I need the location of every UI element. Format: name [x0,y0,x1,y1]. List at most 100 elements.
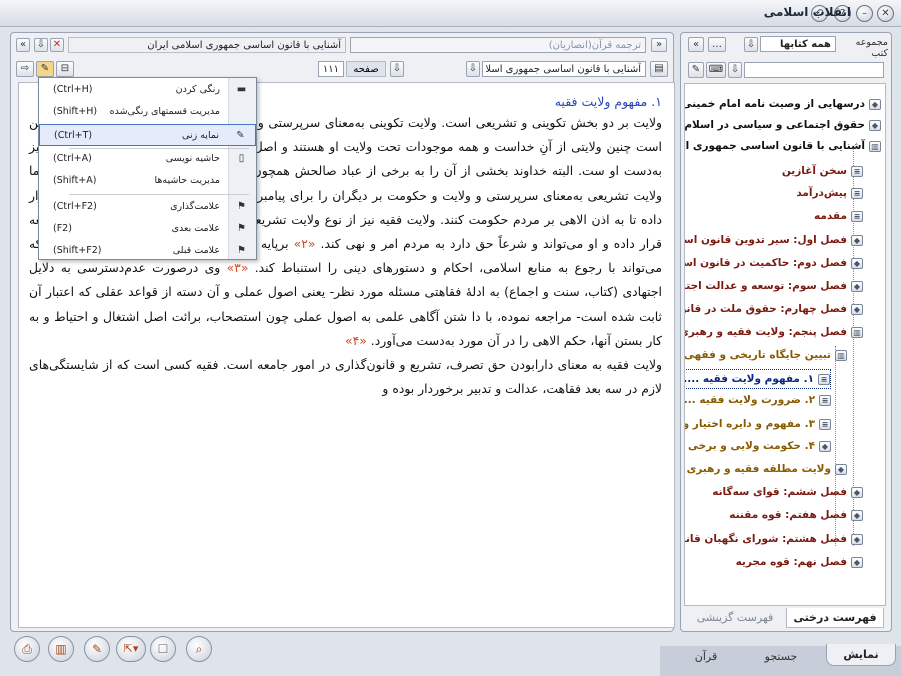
close-doc-icon[interactable]: ✕ [50,38,64,52]
view-icon[interactable]: ⊟ [56,61,74,77]
edit-note-icon[interactable]: ✎ [84,636,110,662]
tree-node-label: فصل پنجم: ولایت فقیه و رهبری [684,326,847,338]
menu-item-shortcut: (Ctrl+T) [54,130,93,141]
book-icon[interactable]: ▤ [650,61,668,77]
book-node-icon: ◆ [851,556,863,568]
close-icon[interactable]: ✕ [877,5,894,22]
tree-node-14[interactable]: ≡ ۳. مفهوم و دایره اختیار و [684,414,831,434]
books-icon[interactable]: ▥ [48,636,74,662]
tab-search[interactable]: جستجو [746,648,816,666]
menu-item-label: نمایه زنی [182,130,219,141]
tree-node-9[interactable]: ◆ فصل چهارم: حقوق ملت در قانون [684,299,863,319]
footnote-ref-4[interactable]: «۴» [345,333,367,348]
tab-quran[interactable]: قرآن [676,648,736,666]
page-label: صفحه [346,61,386,77]
menu-separator [69,194,249,195]
highlight-icon: ▬ [236,84,247,95]
menu-item-label: رنگی کردن [175,84,220,95]
tab-display[interactable]: نمایش [826,644,896,666]
tree-node-label: حقوق اجتماعی و سیاسی در اسلام [684,119,865,131]
menu-item-shortcut: (Ctrl+H) [53,84,93,95]
tree-node-label: ۲. ضرورت ولایت فقیه ... [684,394,815,406]
tree-node-selected[interactable]: ≡ ۱. مفهوم ولایت فقیه ..... [684,369,831,389]
tree-node-4[interactable]: ≡ پیش‌درآمد [796,183,863,203]
tree-node-2[interactable]: ▥ آشنایی با قانون اساسی جمهوری اس [685,136,881,156]
tree-node-13[interactable]: ≡ ۲. ضرورت ولایت فقیه ... [684,390,831,410]
book-node-icon: ◆ [869,119,881,131]
menu-item-shortcut: (Ctrl+F2) [53,201,97,212]
tree-node-15[interactable]: ◆ ۴. حکومت ولایی و برخی [688,436,831,456]
tree-node-17[interactable]: ◆ فصل ششم: قوای سه‌گانه [712,482,863,502]
footnote-ref-3[interactable]: «۳» [227,260,249,275]
menu-item-highlight[interactable]: ▬ رنگی کردن (Ctrl+H) [39,79,256,101]
tree-node-6[interactable]: ◆ فصل اول: سیر تدوین قانون اسا [685,230,863,250]
more-icon[interactable]: … [708,37,726,52]
tree-search-input[interactable] [744,62,884,78]
menu-item-indexing[interactable]: ✎ نمایه زنی (Ctrl+T) [39,124,256,146]
book-select[interactable]: آشنایی با قانون اساسی جمهوری اسلا ... [482,61,646,77]
footnote-ref-2[interactable]: «۲» [294,236,316,251]
tab-tree-index[interactable]: فهرست درختی [786,608,884,628]
tree-node-10[interactable]: ▥ فصل پنجم: ولایت فقیه و رهبری [684,322,863,342]
tree-node-3[interactable]: ≡ سخن آغازین [782,161,863,181]
tree-node-19[interactable]: ◆ فصل هشتم: شورای نگهبان قانو [685,529,863,549]
menu-item-shortcut: (Shift+F2) [53,245,102,256]
minimize-icon[interactable]: – [856,5,873,22]
zoom-icon[interactable]: ⌕ [186,636,212,662]
page-icon: ≡ [851,210,863,222]
tree-node-18[interactable]: ◆ فصل هفتم: قوه مقننه [729,505,863,525]
menu-item-shortcut: (F2) [53,223,72,234]
keyboard-icon[interactable]: ⌨ [706,62,726,78]
context-menu: ▬ رنگی کردن (Ctrl+H) مدیریت قسمتهای رنگی… [38,77,257,260]
tree-node-20[interactable]: ◆ فصل نهم: قوه مجریه [736,552,863,572]
tree-node-0[interactable]: ◆ درسهایی از وصیت نامه امام خمینی( [685,94,881,114]
tools-icon[interactable]: ✎ [36,61,54,77]
tree-node-label: فصل چهارم: حقوق ملت در قانون [684,303,847,315]
print-icon[interactable]: ⎙ [14,636,40,662]
menu-item-manage-highlights[interactable]: مدیریت قسمتهای رنگی‌شده (Shift+H) [39,101,256,123]
book-node-icon: ◆ [851,303,863,315]
tree-node-label: ۱. مفهوم ولایت فقیه ..... [684,373,814,385]
menu-item-label: علامت قبلی [172,245,220,256]
tree-node-label: ۳. مفهوم و دایره اختیار و [684,418,815,430]
book-node-icon: ◆ [851,509,863,521]
collection-dropdown-icon[interactable]: ⇩ [744,37,758,52]
menu-item-prev-bookmark[interactable]: ⚑ علامت قبلی (Shift+F2) [39,240,256,262]
goto-icon[interactable]: ⇨ [16,61,34,77]
page-number-input[interactable]: ۱۱۱ [318,61,344,77]
tree-node-5[interactable]: ≡ مقدمه [814,206,863,226]
export-icon[interactable]: ⇱▾ [116,636,146,662]
tree-node-7[interactable]: ◆ فصل دوم: حاکمیت در قانون اسا [685,253,863,273]
tree-node-label: پیش‌درآمد [796,187,847,199]
nav-prev-button[interactable]: « [16,38,30,52]
page-dropdown-icon[interactable]: ⇩ [390,61,404,77]
search-dropdown-icon[interactable]: ⇩ [728,62,742,78]
book-node-icon: ◆ [869,98,881,110]
tree-node-1[interactable]: ◆ حقوق اجتماعی و سیاسی در اسلام [684,115,881,135]
page-icon: ≡ [851,165,863,177]
tab-selective-index[interactable]: فهرست گزینشی [686,608,784,628]
nav-back-icon[interactable]: « [688,37,704,52]
download-icon[interactable]: ⇩ [34,38,48,52]
book-node-icon: ◆ [835,463,847,475]
bookmark-icon: ⚑ [237,201,246,212]
layout-icon[interactable]: ☐ [150,636,176,662]
menu-item-next-bookmark[interactable]: ⚑ علامت بعدی (F2) [39,218,256,240]
collection-select[interactable]: همه کتابها [760,36,836,52]
page-icon: ≡ [818,373,830,385]
nav-next-button[interactable]: » [651,38,667,52]
book-node-icon: ◆ [851,257,863,269]
menu-item-manage-notes[interactable]: مدیریت حاشیه‌ها (Shift+A) [39,170,256,192]
translation-field[interactable]: ترجمه قرآن(انصاریان) [350,37,646,53]
tree-node-8[interactable]: ◆ فصل سوم: توسعه و عدالت اجتما [685,276,863,296]
page-icon: ≡ [851,187,863,199]
menu-item-label: مدیریت حاشیه‌ها [154,175,220,186]
book-dropdown-icon[interactable]: ⇩ [466,61,480,77]
tree-node-11[interactable]: ▥ تبیین جایگاه تاریخی و فقهی [685,345,847,365]
menu-item-annotate[interactable]: ▯ حاشیه نویسی (Ctrl+A) [39,148,256,170]
book-node-icon: ◆ [851,280,863,292]
menu-item-bookmark[interactable]: ⚑ علامت‌گذاری (Ctrl+F2) [39,196,256,218]
page-icon: ≡ [819,418,831,430]
tools-icon-right[interactable]: ✎ [688,62,704,78]
tree-node-16[interactable]: ◆ ولایت مطلقه فقیه و رهبری د. [685,459,847,479]
